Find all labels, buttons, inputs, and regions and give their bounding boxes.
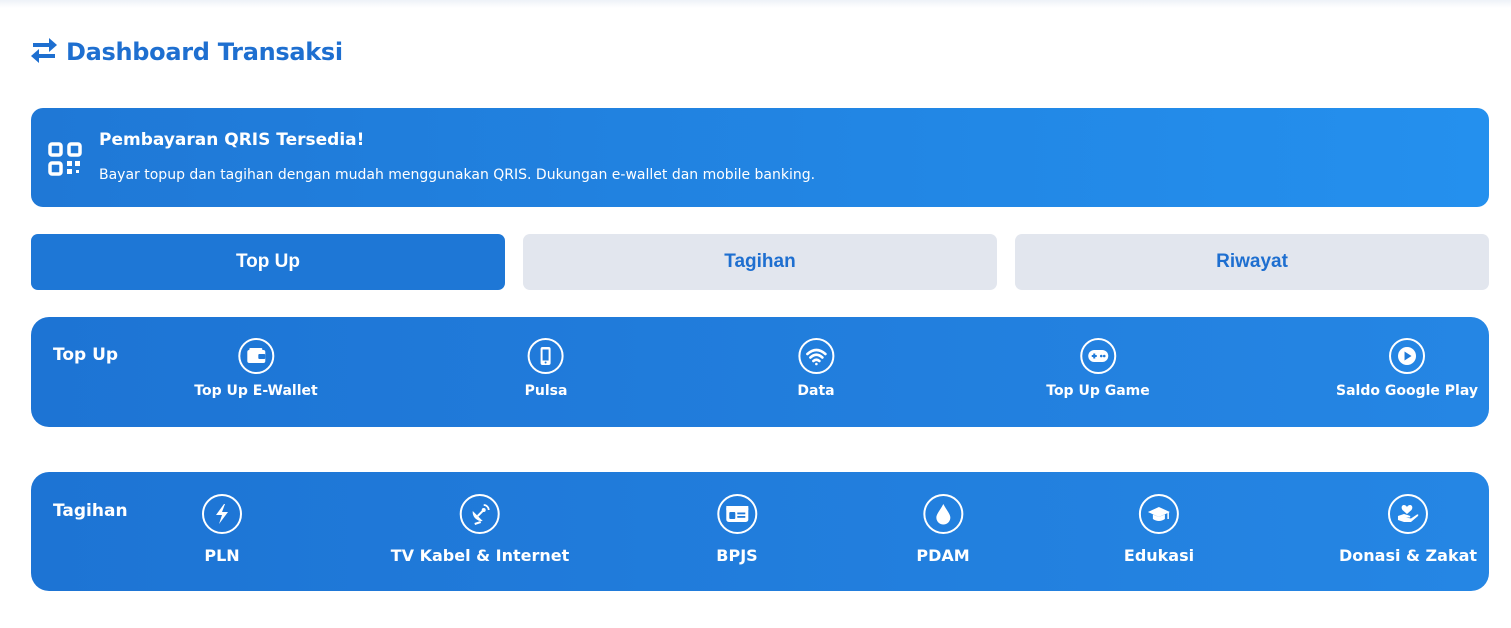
banner-title: Pembayaran QRIS Tersedia!: [99, 130, 365, 150]
service-tv-kabel-internet[interactable]: TV Kabel & Internet: [390, 494, 570, 565]
service-top-up-game[interactable]: Top Up Game: [1046, 338, 1150, 399]
service-label: Top Up E-Wallet: [194, 383, 318, 399]
mobile-phone-icon: [528, 338, 564, 374]
qris-banner: Pembayaran QRIS Tersedia! Bayar topup da…: [31, 108, 1489, 207]
tab-top-up[interactable]: Top Up: [31, 234, 505, 290]
tab-tagihan[interactable]: Tagihan: [523, 234, 997, 290]
service-pdam[interactable]: PDAM: [916, 494, 970, 565]
tagihan-panel: Tagihan PLN TV Kabel & Internet BPJS PDA…: [31, 472, 1489, 591]
service-label: Edukasi: [1123, 546, 1195, 565]
topup-panel: Top Up Top Up E-Wallet Pulsa Data Top Up…: [31, 317, 1489, 427]
service-edukasi[interactable]: Edukasi: [1124, 494, 1194, 565]
service-label: Data: [797, 383, 835, 399]
tab-riwayat[interactable]: Riwayat: [1015, 234, 1489, 290]
top-shadow: [0, 0, 1511, 8]
arrows-exchange-icon: [30, 36, 58, 69]
service-label: PDAM: [916, 546, 970, 565]
topup-section-label: Top Up: [53, 345, 119, 365]
service-pln[interactable]: PLN: [202, 494, 242, 565]
qr-code-icon: [48, 142, 82, 181]
satellite-dish-icon: [459, 494, 500, 534]
water-drop-icon: [923, 494, 963, 534]
page-title-text: Dashboard Transaksi: [66, 38, 343, 66]
service-label: Donasi & Zakat: [1338, 546, 1478, 565]
hand-holding-heart-icon: [1387, 494, 1428, 534]
service-label: PLN: [204, 546, 240, 565]
service-label: TV Kabel & Internet: [390, 546, 570, 565]
service-label: Pulsa: [524, 383, 568, 399]
service-label: Saldo Google Play: [1336, 383, 1478, 399]
tagihan-section-label: Tagihan: [53, 501, 128, 521]
service-label: Top Up Game: [1046, 383, 1150, 399]
play-icon: [1389, 338, 1425, 374]
service-saldo-google-play[interactable]: Saldo Google Play: [1336, 338, 1478, 399]
service-pulsa[interactable]: Pulsa: [524, 338, 568, 399]
service-data[interactable]: Data: [797, 338, 835, 399]
graduation-cap-icon: [1139, 494, 1179, 534]
service-label: BPJS: [716, 546, 758, 565]
service-donasi-zakat[interactable]: Donasi & Zakat: [1339, 494, 1477, 565]
page-title: Dashboard Transaksi: [30, 34, 343, 70]
gamepad-icon: [1080, 338, 1116, 374]
lightning-icon: [202, 494, 242, 534]
service-bpjs[interactable]: BPJS: [716, 494, 758, 565]
wifi-icon: [798, 338, 834, 374]
banner-description: Bayar topup dan tagihan dengan mudah men…: [99, 167, 816, 183]
service-top-up-e-wallet[interactable]: Top Up E-Wallet: [194, 338, 318, 399]
wallet-icon: [237, 338, 274, 374]
id-card-icon: [717, 494, 757, 534]
